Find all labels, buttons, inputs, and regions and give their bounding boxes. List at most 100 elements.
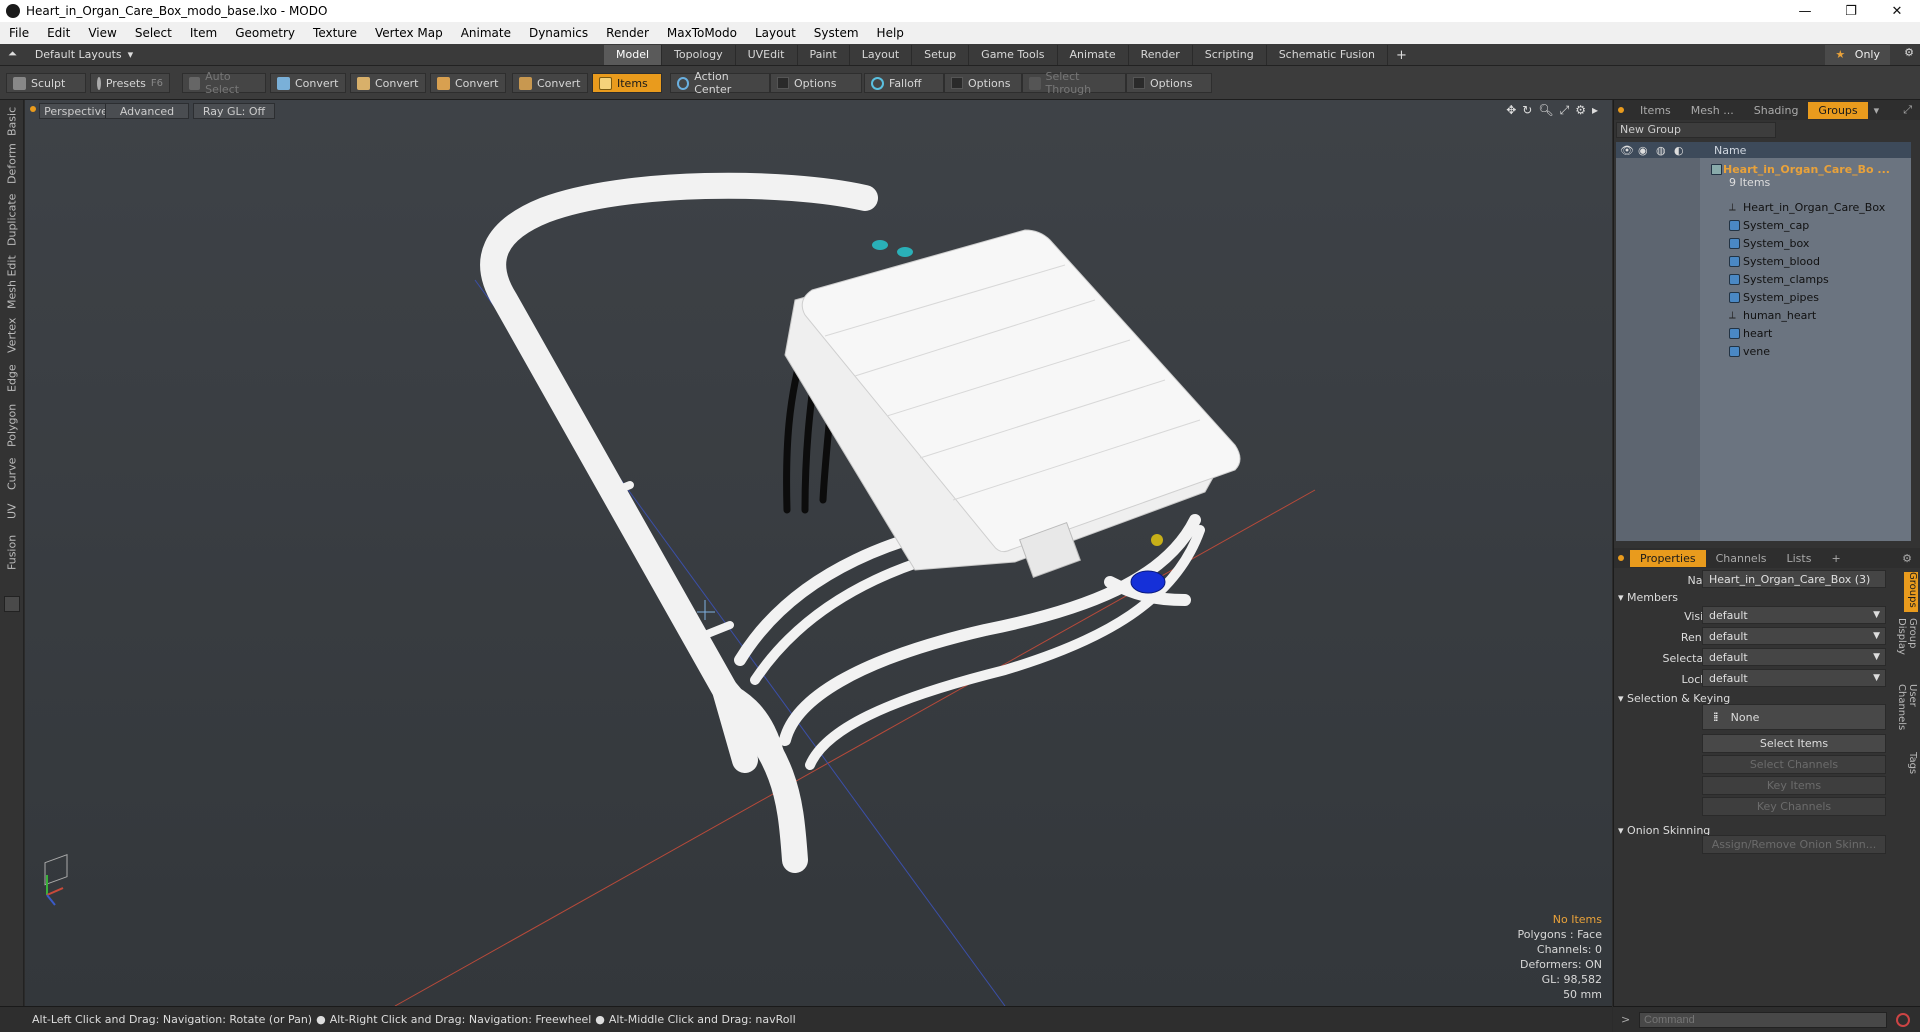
items-mode-button[interactable]: Items bbox=[592, 73, 662, 93]
menu-select[interactable]: Select bbox=[126, 26, 181, 40]
visibility-column-icon[interactable]: 👁︎ bbox=[1620, 144, 1634, 157]
new-group-button[interactable]: New Group bbox=[1616, 122, 1776, 138]
menu-animate[interactable]: Animate bbox=[452, 26, 520, 40]
menu-edit[interactable]: Edit bbox=[38, 26, 79, 40]
side-tab-user-channels[interactable]: User Channels bbox=[1896, 684, 1918, 748]
panel-menu-icon[interactable] bbox=[1618, 107, 1624, 113]
zoom-icon[interactable]: 🔍︎ bbox=[1538, 103, 1553, 118]
render-select[interactable]: default ▼ bbox=[1702, 627, 1886, 645]
gear-icon[interactable]: ⚙ bbox=[1904, 46, 1914, 59]
add-tab-button[interactable]: + bbox=[1388, 45, 1415, 66]
panel-dropdown-icon[interactable]: ▾ bbox=[1874, 104, 1880, 117]
tab-model[interactable]: Model bbox=[604, 45, 663, 65]
tab-render[interactable]: Render bbox=[1129, 45, 1193, 65]
locked-select[interactable]: default ▼ bbox=[1702, 669, 1886, 687]
convert-vertex-button[interactable]: Convert bbox=[270, 73, 346, 93]
tab-topology[interactable]: Topology bbox=[662, 45, 736, 65]
tab-paint[interactable]: Paint bbox=[798, 45, 850, 65]
visible-select[interactable]: default ▼ bbox=[1702, 606, 1886, 624]
convert-edge-button[interactable]: Convert bbox=[350, 73, 426, 93]
tab-groups[interactable]: Groups bbox=[1808, 101, 1868, 119]
close-button[interactable]: ✕ bbox=[1874, 0, 1920, 22]
pan-icon[interactable]: ✥ bbox=[1506, 103, 1516, 118]
record-icon[interactable] bbox=[1896, 1013, 1910, 1027]
select-column-icon[interactable]: ◐ bbox=[1674, 144, 1692, 157]
tab-mesh[interactable]: Mesh ... bbox=[1681, 102, 1744, 119]
tab-curve[interactable]: Curve bbox=[2, 454, 22, 494]
rotate-icon[interactable]: ↻ bbox=[1522, 103, 1532, 118]
none-button[interactable]: ⁞⁞ None bbox=[1702, 704, 1886, 730]
3d-viewport[interactable]: Perspective Advanced Ray GL: Off ✥ ↻ 🔍︎ … bbox=[25, 100, 1612, 1006]
raygl-button[interactable]: Ray GL: Off bbox=[193, 103, 275, 119]
options-button-2[interactable]: Options bbox=[944, 73, 1022, 93]
menu-file[interactable]: File bbox=[0, 26, 38, 40]
list-item[interactable]: System_box bbox=[1616, 234, 1911, 252]
tab-uvedit[interactable]: UVEdit bbox=[736, 45, 798, 65]
menu-item[interactable]: Item bbox=[181, 26, 226, 40]
menu-dynamics[interactable]: Dynamics bbox=[520, 26, 597, 40]
panel-expand-icon[interactable]: ⤢ bbox=[1903, 103, 1912, 117]
list-item[interactable]: ⟂ human_heart bbox=[1616, 306, 1911, 324]
menu-maxtomodo[interactable]: MaxToModo bbox=[658, 26, 746, 40]
tab-deform[interactable]: Deform bbox=[2, 142, 22, 186]
tab-polygon[interactable]: Polygon bbox=[2, 400, 22, 450]
list-item[interactable]: System_pipes bbox=[1616, 288, 1911, 306]
list-item[interactable]: System_blood bbox=[1616, 252, 1911, 270]
sculpt-button[interactable]: Sculpt bbox=[6, 73, 86, 93]
menu-view[interactable]: View bbox=[79, 26, 125, 40]
menu-system[interactable]: System bbox=[805, 26, 868, 40]
falloff-button[interactable]: Falloff bbox=[864, 73, 944, 93]
options-checkbox-3[interactable] bbox=[1133, 77, 1145, 89]
tab-shading[interactable]: Shading bbox=[1744, 102, 1809, 119]
viewport-menu-icon[interactable] bbox=[30, 106, 36, 112]
convert-item-button[interactable]: Convert bbox=[512, 73, 588, 93]
render-column-icon[interactable]: ◉ bbox=[1638, 144, 1656, 157]
list-item[interactable]: vene bbox=[1616, 342, 1911, 360]
assign-onion-button[interactable]: Assign/Remove Onion Skinn... bbox=[1702, 835, 1886, 854]
tab-animate[interactable]: Animate bbox=[1058, 45, 1129, 65]
options-button-3[interactable]: Options bbox=[1126, 73, 1212, 93]
viewport-arrow-icon[interactable]: ▸ bbox=[1592, 103, 1598, 118]
list-item[interactable]: ⟂ Heart_in_Organ_Care_Box bbox=[1616, 198, 1911, 216]
list-item[interactable]: System_cap bbox=[1616, 216, 1911, 234]
select-through-button[interactable]: Select Through bbox=[1022, 70, 1126, 96]
tab-items[interactable]: Items bbox=[1630, 102, 1681, 119]
menu-texture[interactable]: Texture bbox=[304, 26, 366, 40]
tab-scripting[interactable]: Scripting bbox=[1193, 45, 1267, 65]
menu-render[interactable]: Render bbox=[597, 26, 658, 40]
menu-geometry[interactable]: Geometry bbox=[226, 26, 304, 40]
only-toggle[interactable]: ★ Only bbox=[1825, 45, 1890, 65]
auto-select-button[interactable]: Auto Select bbox=[182, 70, 266, 96]
options-checkbox-1[interactable] bbox=[777, 77, 789, 89]
options-button-1[interactable]: Options bbox=[770, 73, 862, 93]
side-tab-group-display[interactable]: Group Display bbox=[1896, 618, 1918, 678]
properties-gear-icon[interactable]: ⚙ bbox=[1902, 552, 1912, 565]
command-input[interactable] bbox=[1639, 1012, 1887, 1028]
selectable-select[interactable]: default ▼ bbox=[1702, 648, 1886, 666]
side-tab-groups[interactable]: Groups bbox=[1904, 572, 1918, 612]
maximize-button[interactable]: ❐ bbox=[1828, 0, 1874, 22]
tab-mesh-edit[interactable]: Mesh Edit bbox=[2, 254, 22, 310]
shading-mode-button[interactable]: Advanced bbox=[105, 103, 189, 119]
menu-layout[interactable]: Layout bbox=[746, 26, 805, 40]
select-channels-button[interactable]: Select Channels bbox=[1702, 755, 1886, 774]
tab-duplicate[interactable]: Duplicate bbox=[2, 192, 22, 248]
menu-vertex-map[interactable]: Vertex Map bbox=[366, 26, 452, 40]
tab-vertex[interactable]: Vertex bbox=[2, 314, 22, 356]
onion-skinning-section[interactable]: ▾ Onion Skinning bbox=[1618, 824, 1710, 837]
side-tab-tags[interactable]: Tags bbox=[1904, 752, 1918, 782]
add-properties-tab-button[interactable]: + bbox=[1821, 550, 1850, 567]
view-type-button[interactable]: Perspective bbox=[39, 103, 113, 119]
fit-icon[interactable]: ⤢ bbox=[1560, 103, 1570, 118]
tab-game-tools[interactable]: Game Tools bbox=[969, 45, 1058, 65]
scene-render[interactable] bbox=[25, 100, 1612, 1006]
list-item[interactable]: heart bbox=[1616, 324, 1911, 342]
tab-lists[interactable]: Lists bbox=[1777, 550, 1822, 567]
select-items-button[interactable]: Select Items bbox=[1702, 734, 1886, 753]
tab-setup[interactable]: Setup bbox=[912, 45, 970, 65]
name-field[interactable]: Heart_in_Organ_Care_Box (3) bbox=[1702, 570, 1886, 588]
tab-channels[interactable]: Channels bbox=[1706, 550, 1777, 567]
properties-menu-icon[interactable] bbox=[1618, 555, 1624, 561]
key-items-button[interactable]: Key Items bbox=[1702, 776, 1886, 795]
minimize-button[interactable]: — bbox=[1782, 0, 1828, 22]
